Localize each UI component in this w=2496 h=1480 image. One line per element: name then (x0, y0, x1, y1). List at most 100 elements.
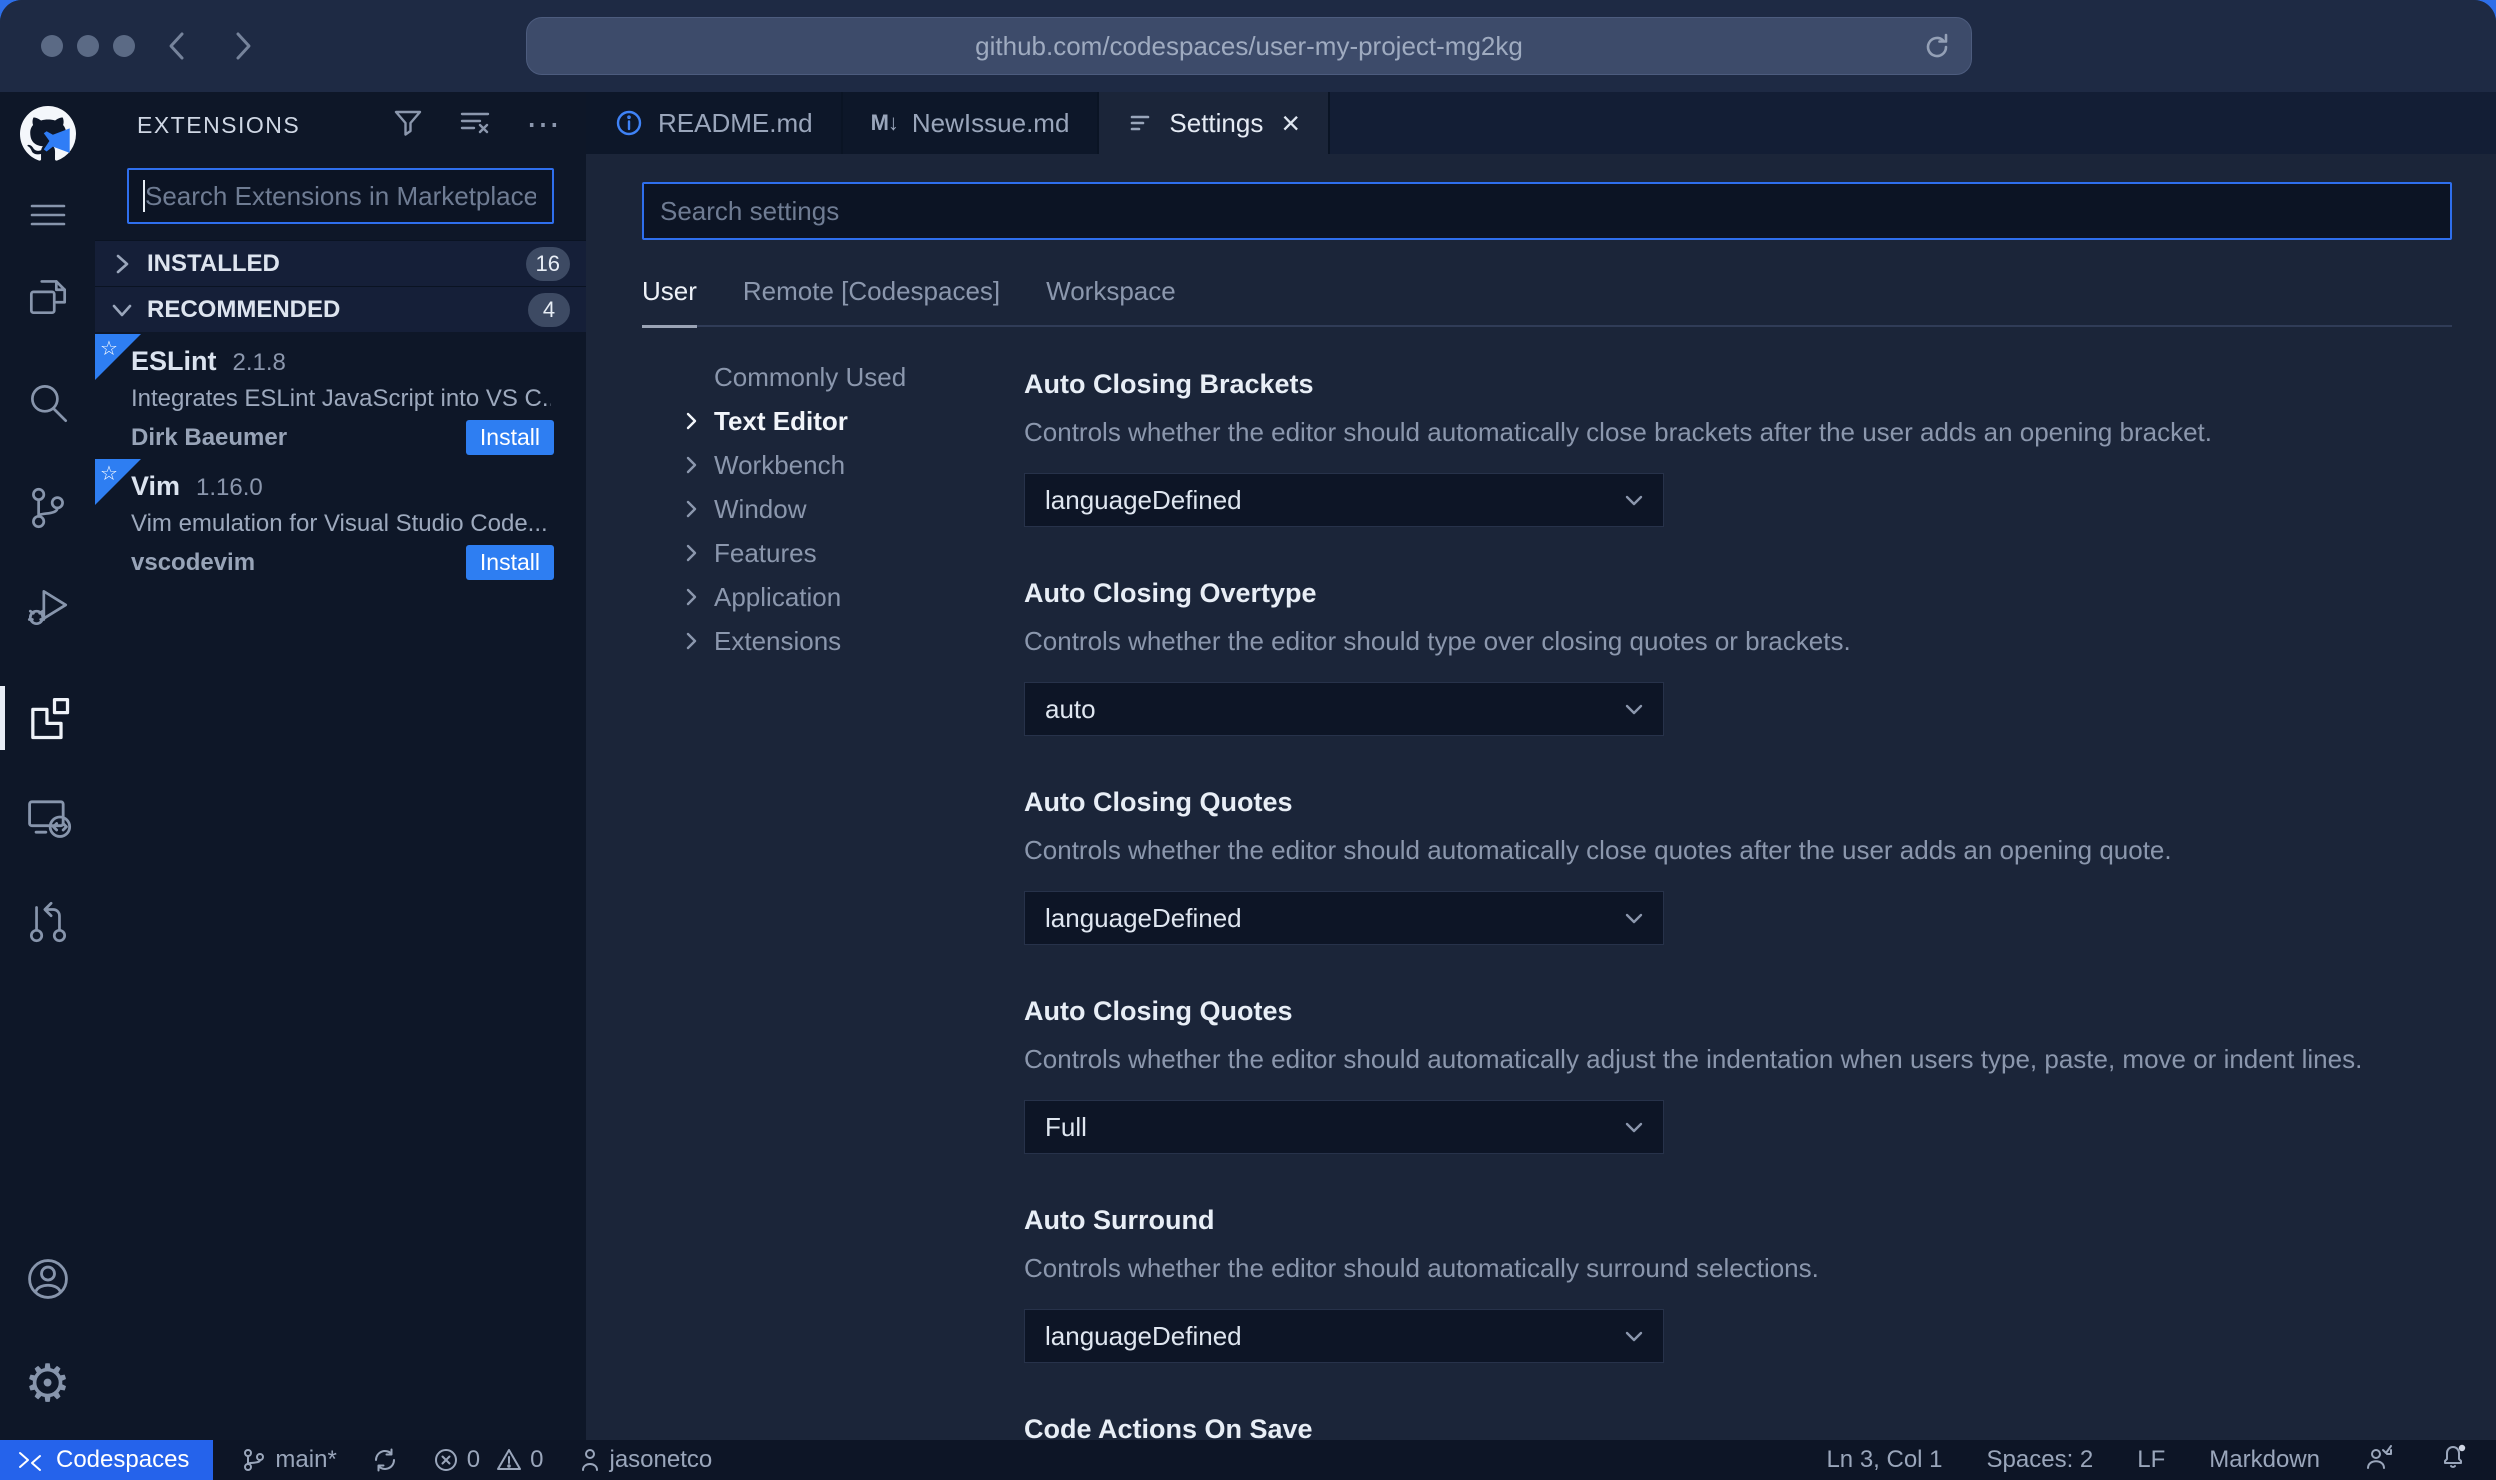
tab-label: README.md (658, 107, 813, 138)
setting-title: Code Actions On Save (1024, 1414, 1313, 1440)
settings-search (642, 182, 2452, 240)
tab-readme[interactable]: README.md (586, 92, 843, 154)
sidebar-title: EXTENSIONS (137, 111, 301, 138)
filter-icon[interactable] (392, 106, 424, 145)
tab-newissue[interactable]: M↓ NewIssue.md (842, 92, 1100, 154)
extensions-search-input[interactable] (127, 168, 554, 224)
chevron-right-icon (686, 500, 697, 518)
status-bar: Codespaces main* 0 0 jasonetco Ln 3, Col… (0, 1440, 2496, 1480)
browser-chrome: github.com/codespaces/user-my-project-mg… (0, 0, 2496, 92)
install-button[interactable]: Install (465, 545, 554, 580)
back-button[interactable] (158, 26, 198, 66)
chevron-right-icon (686, 456, 697, 474)
settings-search-input[interactable] (642, 182, 2452, 240)
editor-area: README.md M↓ NewIssue.md Settings × Sear… (586, 92, 2496, 1440)
scope-tab-user[interactable]: User (642, 276, 697, 328)
tree-item-workbench[interactable]: Workbench (642, 443, 990, 487)
warning-icon (497, 1449, 522, 1470)
extension-list-item[interactable]: ☆ Vim 1.16.0 Vim emulation for Visual St… (95, 459, 586, 584)
setting-dropdown[interactable]: auto (1024, 682, 1664, 736)
extensions-search (127, 168, 554, 224)
tab-label: NewIssue.md (911, 107, 1070, 138)
chevron-down-icon (1625, 495, 1643, 506)
chevron-right-icon (116, 254, 129, 273)
feedback-button[interactable] (2364, 1442, 2394, 1479)
activity-bar: ⚙ (0, 92, 95, 1440)
traffic-light-close[interactable] (41, 35, 63, 57)
cursor-position[interactable]: Ln 3, Col 1 (1826, 1446, 1942, 1474)
settings-scope-tabs: User Remote [Codespaces] Workspace (642, 276, 2452, 328)
eol-indicator[interactable]: LF (2137, 1446, 2165, 1474)
chevron-down-icon (1625, 1331, 1643, 1342)
tab-label: Settings (1169, 107, 1264, 138)
section-recommended[interactable]: RECOMMENDED 4 (95, 286, 586, 332)
setting-dropdown[interactable]: languageDefined (1024, 473, 1664, 527)
codespaces-remote-button[interactable]: Codespaces (0, 1440, 214, 1480)
setting-description: Controls whether the editor should autom… (1024, 835, 2172, 865)
pull-requests-icon[interactable] (0, 894, 95, 950)
extensions-icon[interactable] (0, 690, 95, 746)
tree-item-commonly-used[interactable]: Commonly Used (642, 355, 990, 399)
setting-title: Auto Surround (1024, 1205, 1215, 1235)
chevron-right-icon (686, 412, 697, 430)
explorer-icon[interactable] (0, 268, 95, 324)
forward-button[interactable] (222, 26, 262, 66)
chevron-down-icon (1625, 913, 1643, 924)
account-icon[interactable] (0, 1251, 95, 1307)
feedback-icon (2367, 1444, 2392, 1469)
menu-icon[interactable] (0, 187, 95, 243)
search-icon[interactable] (0, 375, 95, 431)
language-mode[interactable]: Markdown (2209, 1446, 2320, 1474)
section-installed[interactable]: INSTALLED 16 (95, 240, 586, 286)
chevron-down-icon (1625, 1122, 1643, 1133)
run-and-debug-icon[interactable] (0, 579, 95, 635)
install-button[interactable]: Install (465, 420, 554, 455)
main-area: ⚙ EXTENSIONS ⋯ Search Extensions in Mark… (0, 92, 2496, 1440)
traffic-light-zoom[interactable] (113, 35, 135, 57)
installed-count-badge: 16 (525, 246, 570, 281)
tree-item-features[interactable]: Features (642, 531, 990, 575)
setting-dropdown[interactable]: languageDefined (1024, 891, 1664, 945)
remote-icon (19, 1452, 41, 1471)
scope-tab-remote[interactable]: Remote [Codespaces] (743, 276, 1000, 327)
branch-indicator[interactable]: main* (241, 1446, 337, 1474)
sync-button[interactable] (371, 1446, 399, 1474)
setting-dropdown[interactable]: languageDefined (1024, 1309, 1664, 1363)
setting-dropdown[interactable]: Full (1024, 1100, 1664, 1154)
close-icon[interactable]: × (1281, 107, 1300, 139)
chevron-right-icon (686, 588, 697, 606)
problems-indicator[interactable]: 0 0 (433, 1446, 544, 1474)
scope-tab-workspace[interactable]: Workspace (1046, 276, 1176, 327)
url-bar[interactable]: github.com/codespaces/user-my-project-mg… (526, 17, 1972, 75)
extension-name: ESLint (131, 346, 217, 376)
setting-entry: Auto Closing Quotes Controls whether the… (1024, 785, 2452, 945)
tree-item-application[interactable]: Application (642, 575, 990, 619)
tab-bar: README.md M↓ NewIssue.md Settings × (586, 92, 2496, 154)
refresh-icon[interactable] (1921, 31, 1953, 70)
settings-gear-icon[interactable]: ⚙ (0, 1354, 95, 1414)
browser-window: github.com/codespaces/user-my-project-mg… (0, 0, 2496, 1480)
clear-extension-search-icon[interactable] (458, 105, 492, 146)
setting-description: Controls whether the editor should autom… (1024, 1044, 2363, 1074)
indentation[interactable]: Spaces: 2 (1987, 1446, 2094, 1474)
bell-icon (2444, 1444, 2466, 1468)
notifications-button[interactable] (2438, 1442, 2468, 1479)
setting-entry: Code Actions On Save (1024, 1412, 2452, 1440)
setting-entry: Auto Closing Brackets Controls whether t… (1024, 367, 2452, 527)
logged-in-user[interactable]: jasonetco (578, 1446, 712, 1474)
setting-description: Controls whether the editor should type … (1024, 626, 1851, 656)
tree-item-text-editor[interactable]: Text Editor (642, 399, 990, 443)
setting-title: Auto Closing Overtype (1024, 578, 1317, 608)
more-actions-icon[interactable]: ⋯ (526, 108, 560, 142)
tab-settings[interactable]: Settings × (1099, 92, 1331, 154)
chevron-down-icon (112, 304, 132, 316)
tree-item-window[interactable]: Window (642, 487, 990, 531)
source-control-icon[interactable] (0, 480, 95, 536)
github-codespaces-logo[interactable] (0, 106, 95, 162)
tree-item-extensions[interactable]: Extensions (642, 619, 990, 663)
remote-explorer-icon[interactable] (0, 789, 95, 845)
extension-list-item[interactable]: ☆ ESLint 2.1.8 Integrates ESLint JavaScr… (95, 334, 586, 459)
setting-entry: Auto Closing Quotes Controls whether the… (1024, 994, 2452, 1154)
extension-description: Vim emulation for Visual Studio Code... (131, 510, 548, 537)
traffic-light-minimize[interactable] (77, 35, 99, 57)
